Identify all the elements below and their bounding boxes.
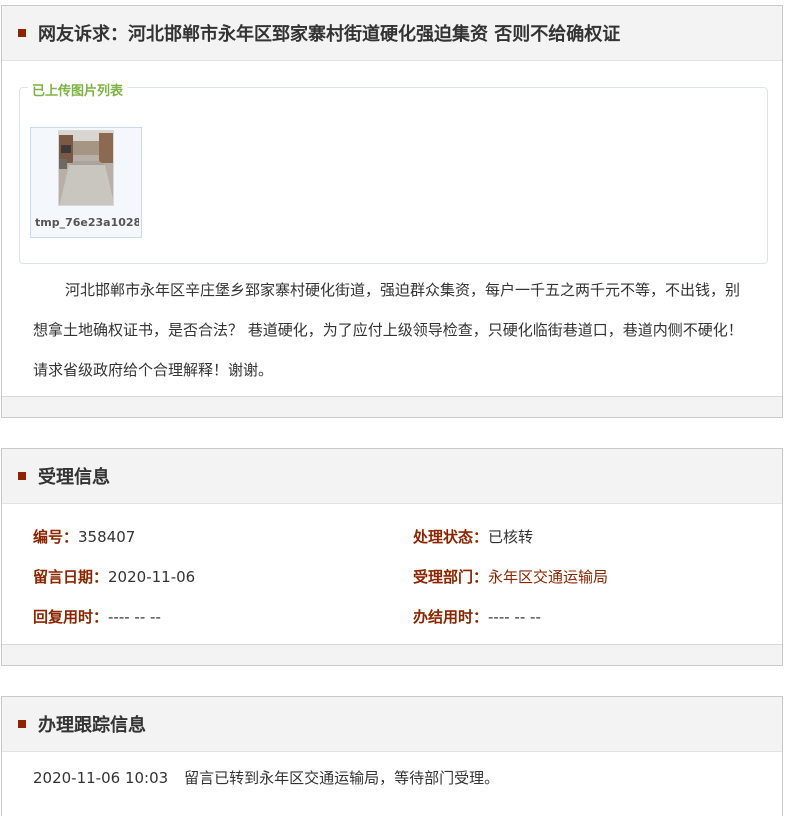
tracking-header: 办理跟踪信息 — [2, 697, 782, 752]
info-row: 回复用时：---- -- -- 办结用时：---- -- -- — [33, 597, 773, 637]
acceptance-title: 受理信息 — [38, 467, 110, 488]
number-label: 编号： — [33, 528, 79, 546]
number-value: 358407 — [78, 528, 136, 546]
status-value: 已核转 — [488, 528, 534, 546]
dept-label: 受理部门： — [413, 568, 489, 586]
date-label: 留言日期： — [33, 568, 109, 586]
finish-time-value: ---- -- -- — [488, 608, 541, 626]
street-photo-image[interactable] — [58, 130, 114, 206]
appeal-header: 网友诉求：河北邯郸市永年区郅家寨村街道硬化强迫集资 否则不给确权证 — [2, 6, 782, 61]
appeal-title: 网友诉求：河北邯郸市永年区郅家寨村街道硬化强迫集资 否则不给确权证 — [38, 24, 621, 45]
number-field: 编号：358407 — [33, 517, 135, 557]
date-field: 留言日期：2020-11-06 — [33, 557, 195, 597]
tracking-panel: 办理跟踪信息 2020-11-06 10:03 留言已转到永年区交通运输局，等待部… — [1, 696, 783, 816]
appeal-panel: 网友诉求：河北邯郸市永年区郅家寨村街道硬化强迫集资 否则不给确权证 已上传图片列… — [1, 5, 783, 418]
appeal-footer — [2, 396, 782, 417]
dept-field: 受理部门：永年区交通运输局 — [413, 557, 608, 597]
reply-time-field: 回复用时：---- -- -- — [33, 597, 161, 637]
tracking-entry: 2020-11-06 10:03 留言已转到永年区交通运输局，等待部门受理。 — [33, 767, 499, 788]
acceptance-panel: 受理信息 编号：358407 处理状态：已核转 留言日期：2020-11-06 … — [1, 448, 783, 666]
square-bullet-icon — [18, 29, 26, 37]
acceptance-footer — [2, 644, 782, 665]
image-filename: tmp_76e23a1028 — [35, 216, 139, 229]
tracking-title: 办理跟踪信息 — [38, 715, 146, 736]
acceptance-header: 受理信息 — [2, 449, 782, 504]
uploaded-images-legend: 已上传图片列表 — [28, 80, 128, 99]
date-value: 2020-11-06 — [108, 568, 196, 586]
reply-time-label: 回复用时： — [33, 608, 109, 626]
acceptance-info-grid: 编号：358407 处理状态：已核转 留言日期：2020-11-06 受理部门：… — [33, 517, 773, 637]
appeal-content: 河北邯郸市永年区辛庄堡乡郅家寨村硬化街道，强迫群众集资，每户一千五之两千元不等，… — [33, 281, 743, 379]
status-label: 处理状态： — [413, 528, 489, 546]
finish-time-field: 办结用时：---- -- -- — [413, 597, 541, 637]
uploaded-images-fieldset: 已上传图片列表 tmp_76e23a1028 — [19, 80, 768, 264]
tracking-text: 留言已转到永年区交通运输局，等待部门受理。 — [184, 769, 500, 787]
tracking-time: 2020-11-06 10:03 — [33, 769, 169, 787]
square-bullet-icon — [18, 472, 26, 480]
dept-link[interactable]: 永年区交通运输局 — [488, 568, 608, 586]
info-row: 编号：358407 处理状态：已核转 — [33, 517, 773, 557]
finish-time-label: 办结用时： — [413, 608, 489, 626]
reply-time-value: ---- -- -- — [108, 608, 161, 626]
info-row: 留言日期：2020-11-06 受理部门：永年区交通运输局 — [33, 557, 773, 597]
status-field: 处理状态：已核转 — [413, 517, 533, 557]
square-bullet-icon — [18, 720, 26, 728]
image-thumbnail[interactable]: tmp_76e23a1028 — [30, 127, 142, 238]
